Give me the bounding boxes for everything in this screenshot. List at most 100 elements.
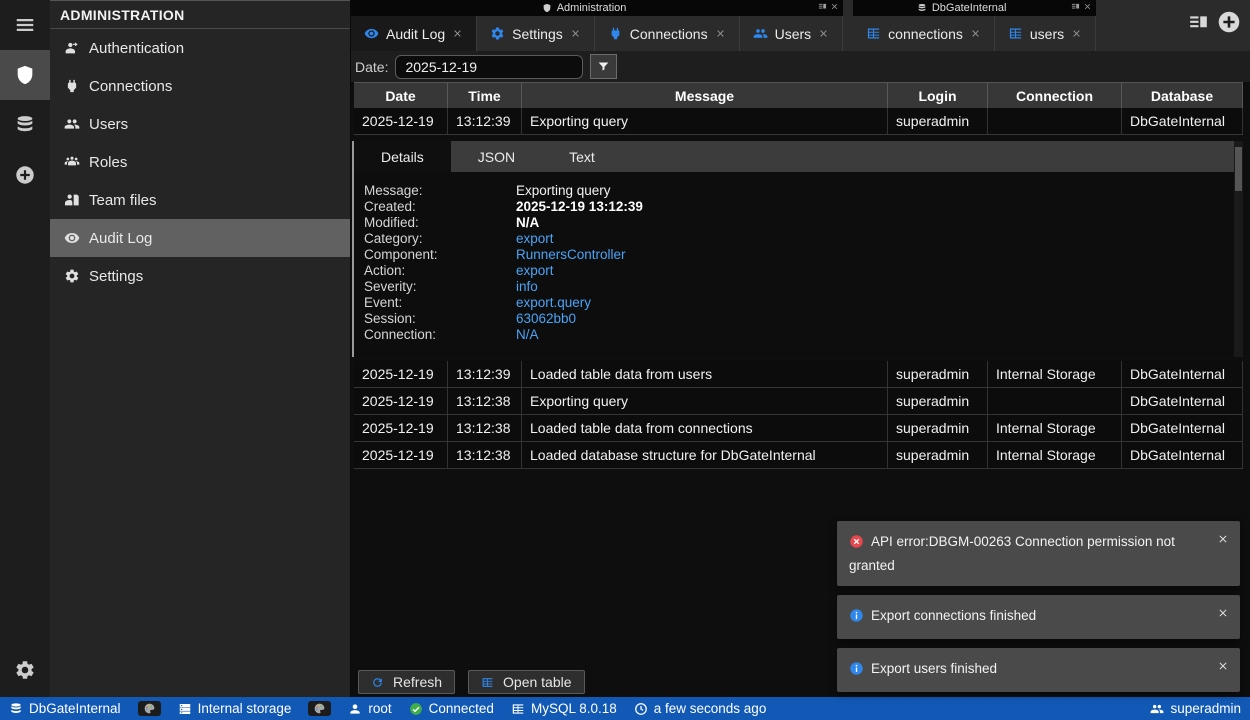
tab-close-icon[interactable] — [715, 28, 726, 39]
statusbar-color-badge[interactable] — [308, 701, 331, 716]
sidebar-item-label: Roles — [89, 154, 127, 171]
table-grid-icon — [866, 26, 881, 41]
table-grid-icon — [481, 676, 494, 689]
table-cell: 13:12:38 — [448, 415, 522, 441]
activitybar-menu-button[interactable] — [0, 0, 50, 50]
statusbar-internal-storage[interactable]: Internal storage — [178, 701, 292, 716]
activity-bar — [0, 0, 50, 697]
tab-close-icon[interactable] — [452, 28, 463, 39]
scrollbar-thumb[interactable] — [1235, 147, 1242, 191]
sidebar-item-authentication[interactable]: Authentication — [50, 29, 350, 67]
sidebar-item-connections[interactable]: Connections — [50, 67, 350, 105]
detail-field-value[interactable]: export — [516, 231, 1229, 247]
tab-label: Audit Log — [386, 26, 445, 42]
table-cell: 13:12:39 — [448, 361, 522, 387]
statusbar-label: Connected — [429, 701, 494, 716]
sidebar-item-settings[interactable]: Settings — [50, 257, 350, 295]
detail-tab-json[interactable]: JSON — [451, 141, 542, 172]
detail-tab-text[interactable]: Text — [542, 141, 622, 172]
date-filter-input[interactable] — [395, 55, 583, 79]
sidebar-item-audit-log[interactable]: Audit Log — [50, 219, 350, 257]
tab-settings[interactable]: Settings — [477, 16, 595, 51]
sidebar-item-users[interactable]: Users — [50, 105, 350, 143]
table-header: DateTimeMessageLoginConnectionDatabase — [354, 82, 1243, 108]
detail-field-value[interactable]: 63062bb0 — [516, 311, 1229, 327]
group-close-icon[interactable] — [830, 2, 839, 14]
detail-tabs: DetailsJSONText — [354, 141, 1243, 172]
button-label: Open table — [503, 674, 572, 690]
tab-close-icon[interactable] — [1071, 28, 1082, 39]
statusbar-color-badge[interactable] — [138, 701, 161, 716]
activitybar-administration-button[interactable] — [0, 50, 50, 100]
table-cell: DbGateInternal — [1122, 361, 1243, 387]
activitybar-databases-button[interactable] — [0, 100, 50, 150]
tab-group-header[interactable]: DbGateInternal — [853, 0, 1096, 16]
detail-scrollbar[interactable] — [1234, 141, 1243, 357]
table-cell: Internal Storage — [988, 442, 1122, 468]
statusbar-root[interactable]: root — [348, 701, 391, 716]
apply-filter-button[interactable] — [590, 54, 617, 79]
detail-field-value[interactable]: N/A — [516, 327, 1229, 343]
statusbar-superadmin[interactable]: superadmin — [1150, 701, 1241, 716]
table-row[interactable]: 2025-12-1913:12:38Loaded table data from… — [354, 415, 1243, 442]
detail-tab-details[interactable]: Details — [354, 141, 451, 172]
detail-field-label: Created: — [364, 199, 516, 215]
table-cell: DbGateInternal — [1122, 108, 1243, 134]
sidebar-item-label: Connections — [89, 78, 172, 95]
detail-field-value[interactable]: info — [516, 279, 1229, 295]
table-row[interactable]: 2025-12-1913:12:39Loaded table data from… — [354, 361, 1243, 388]
palette-icon — [313, 702, 326, 715]
activitybar-add-connection-button[interactable] — [0, 150, 50, 200]
sidebar-item-label: Team files — [89, 192, 157, 209]
tab-list-toggle-button[interactable] — [1188, 12, 1209, 38]
activitybar-settings-button[interactable] — [0, 645, 50, 695]
group-close-icon[interactable] — [1083, 2, 1092, 14]
tab-close-icon[interactable] — [970, 28, 981, 39]
table-header-row: DateTimeMessageLoginConnectionDatabase — [354, 82, 1243, 108]
admin-menu: Authentication Connections Users Roles Team … — [50, 29, 350, 295]
tab-group-header[interactable]: Administration — [351, 0, 843, 16]
toast-close-icon[interactable] — [1217, 530, 1229, 551]
shield-icon — [542, 3, 552, 13]
detail-field-value[interactable]: export — [516, 263, 1229, 279]
group-split-icon[interactable] — [818, 2, 827, 14]
detail-field-value[interactable]: export.query — [516, 295, 1229, 311]
new-connection-button[interactable] — [1216, 9, 1242, 40]
tab-close-icon[interactable] — [818, 28, 829, 39]
statusbar-mysql-8-0-18[interactable]: MySQL 8.0.18 — [511, 701, 617, 716]
tab-audit-log[interactable]: Audit Log — [351, 16, 477, 51]
date-filter-bar: Date: — [351, 51, 1250, 82]
tab-label: Users — [775, 26, 812, 42]
tab-connections[interactable]: Connections — [595, 16, 740, 51]
sidebar-item-roles[interactable]: Roles — [50, 143, 350, 181]
table-row[interactable]: 2025-12-1913:12:38Exporting querysuperad… — [354, 388, 1243, 415]
statusbar-connected[interactable]: Connected — [409, 701, 494, 716]
statusbar-a-few-seconds-ago[interactable]: a few seconds ago — [634, 701, 767, 716]
statusbar-dbgateinternal[interactable]: DbGateInternal — [9, 701, 121, 716]
table-row[interactable]: 2025-12-1913:12:39Exporting querysuperad… — [354, 108, 1243, 135]
tab-connections[interactable]: connections — [853, 16, 995, 51]
button-label: Refresh — [393, 674, 442, 690]
table-row[interactable]: 2025-12-1913:12:38Loaded database struct… — [354, 442, 1243, 469]
toast-close-icon[interactable] — [1217, 604, 1229, 625]
palette-icon — [143, 702, 156, 715]
table-cell: Exporting query — [522, 388, 888, 414]
database-icon — [14, 114, 36, 136]
toast-close-icon[interactable] — [1217, 657, 1229, 678]
open-table-button[interactable]: Open table — [468, 670, 585, 694]
tab-users[interactable]: users — [995, 16, 1096, 51]
sidebar-item-team-files[interactable]: Team files — [50, 181, 350, 219]
table-grid-icon — [1008, 26, 1023, 41]
tab-label: users — [1030, 26, 1064, 42]
tab-users[interactable]: Users — [740, 16, 844, 51]
table-top-rows: 2025-12-1913:12:39Exporting querysuperad… — [354, 108, 1243, 135]
tab-groups: Administration Audit Log SettingsConnectio… — [351, 0, 1096, 51]
sidebar-item-label: Users — [89, 116, 128, 133]
group-split-icon[interactable] — [1071, 2, 1080, 14]
detail-field-label: Action: — [364, 263, 516, 279]
detail-field-value[interactable]: RunnersController — [516, 247, 1229, 263]
tab-group-label: DbGateInternal — [932, 2, 1007, 14]
tab-close-icon[interactable] — [570, 28, 581, 39]
table-cell: 2025-12-19 — [354, 415, 448, 441]
refresh-button[interactable]: Refresh — [358, 670, 455, 694]
